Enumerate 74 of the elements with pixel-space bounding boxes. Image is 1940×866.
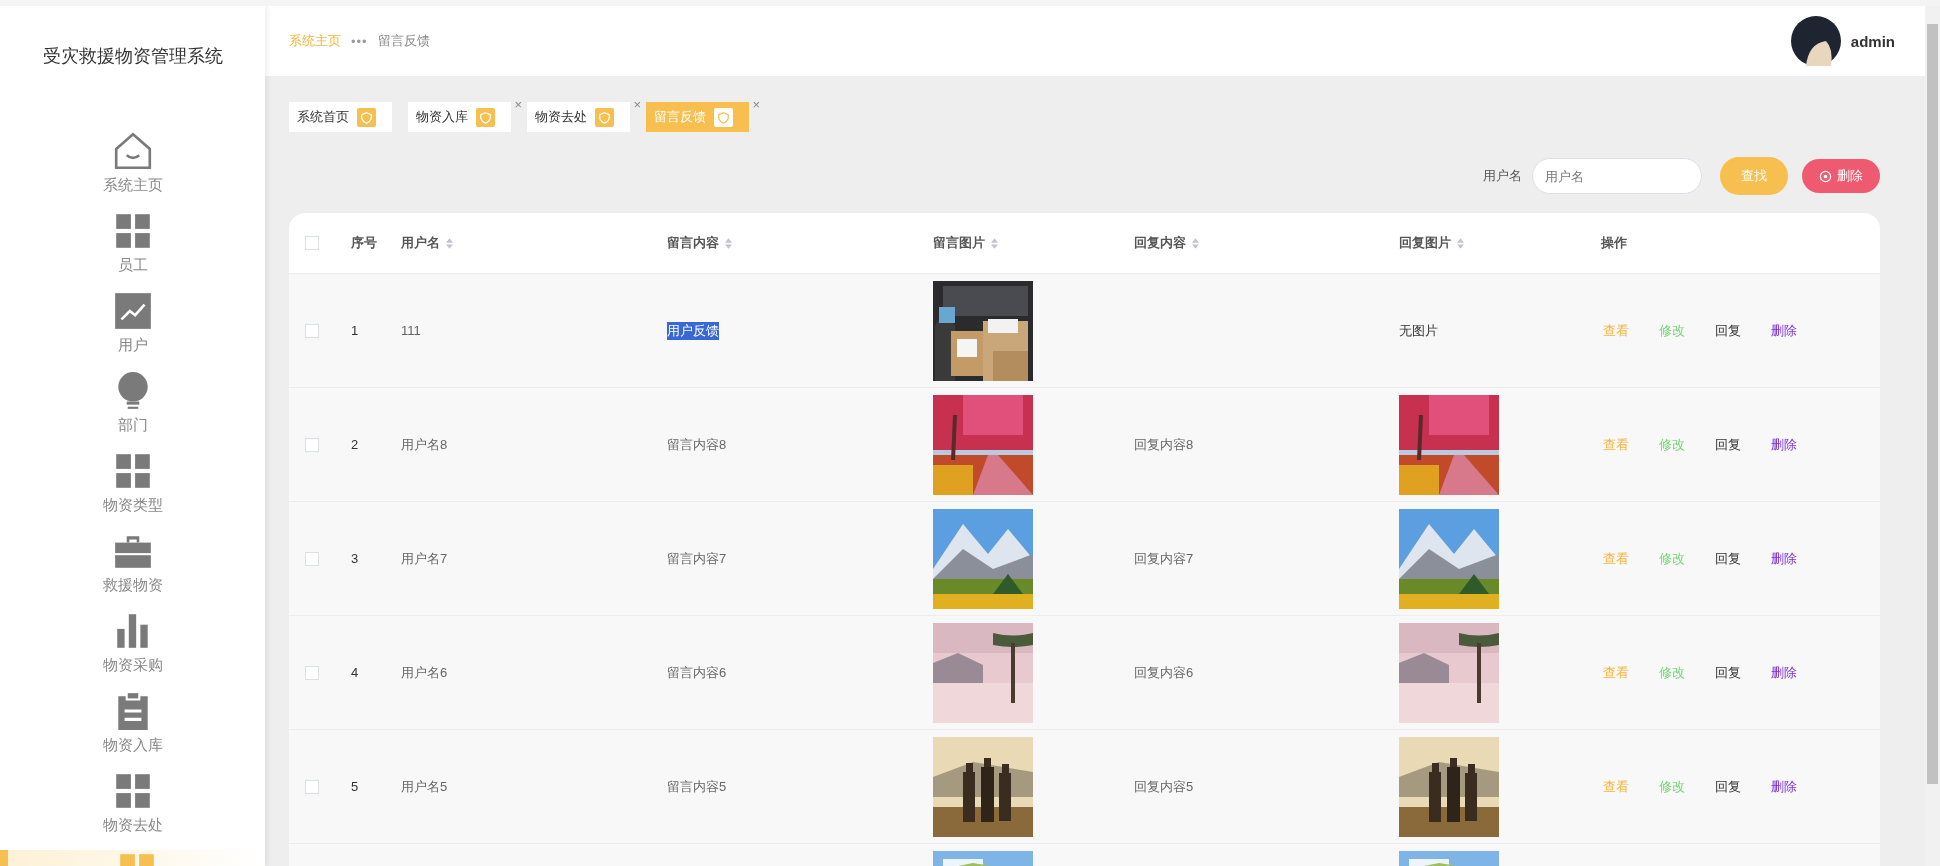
checkbox[interactable] [305,236,319,250]
column-header[interactable]: 回复内容 [1134,234,1186,252]
column-header[interactable]: 留言图片 [933,234,985,252]
search-label: 用户名 [1483,167,1522,185]
sort-icon[interactable] [725,237,732,249]
close-icon[interactable]: × [633,98,641,111]
sort-icon[interactable] [991,237,998,249]
table-cell: 5 [351,779,359,794]
checkbox[interactable] [305,551,319,566]
column-header[interactable]: 回复图片 [1399,234,1451,252]
sort-icon[interactable] [446,237,453,249]
sidebar-item[interactable]: 部门 [0,370,265,450]
sidebar-item[interactable]: 员工 [0,210,265,290]
close-icon[interactable]: × [752,98,760,111]
action-link[interactable]: 回复 [1715,663,1741,682]
action-link[interactable]: 删除 [1771,435,1797,454]
sidebar-item[interactable]: 物资去处 [0,770,265,850]
breadcrumb-item: 留言反馈 [377,32,430,50]
action-link[interactable]: 删除 [1771,321,1797,340]
column-header[interactable]: 操作 [1601,234,1627,252]
breadcrumb-separator: ••• [351,33,368,49]
table-cell: 用户名5 [401,777,448,796]
sidebar-item[interactable]: 物资类型 [0,450,265,530]
table-cell: 留言内容5 [667,777,727,796]
shield-icon [714,107,733,127]
checkbox[interactable] [305,323,319,338]
table-cell: 用户名8 [401,435,448,454]
checkbox[interactable] [305,437,319,452]
table-cell: 无图片 [1399,321,1438,340]
table-cell: 回复内容6 [1134,663,1194,682]
table-cell: 1 [351,323,359,338]
table-cell: 用户名7 [401,549,448,568]
shield-icon [357,107,376,127]
shield-icon [595,107,614,127]
table-cell: 回复内容5 [1134,777,1194,796]
username-search-field[interactable]: 用户名 [1532,158,1702,194]
action-link[interactable]: 删除 [1771,663,1797,682]
checkbox[interactable] [305,779,319,794]
action-link[interactable]: 删除 [1771,777,1797,796]
table-cell: 留言内容8 [667,435,727,454]
sort-icon[interactable] [1192,237,1199,249]
table-cell: 回复内容8 [1134,435,1194,454]
table-cell: 4 [351,665,359,680]
action-link[interactable]: 回复 [1715,549,1741,568]
table-cell: 留言内容6 [667,663,727,682]
table-cell: 留言内容7 [667,549,727,568]
table-cell: 2 [351,437,359,452]
shield-icon [476,107,495,127]
action-link[interactable]: 回复 [1715,777,1741,796]
action-link[interactable]: 回复 [1715,435,1741,454]
sidebar-item[interactable]: 物资采购 [0,610,265,690]
circle-icon [1819,169,1832,183]
sidebar-item[interactable]: 用户 [0,290,265,370]
user-name[interactable]: admin [1850,32,1895,50]
column-header[interactable]: 序号 [351,234,377,252]
avatar[interactable] [1790,16,1841,66]
checkbox[interactable] [305,665,319,680]
sidebar-item[interactable]: 系统主页 [0,130,265,210]
close-icon[interactable]: × [514,98,522,111]
page-tab[interactable]: 系统首页 [289,102,392,132]
sidebar-item[interactable]: 物资入库 [0,690,265,770]
app-title: 受灾救援物资管理系统 [42,45,223,68]
action-link[interactable]: 删除 [1771,549,1797,568]
table-cell: 111 [401,323,421,338]
action-link[interactable]: 回复 [1715,321,1741,340]
table-cell: 用户反馈 [667,321,719,340]
sort-icon[interactable] [1457,237,1464,249]
table-cell: 用户名6 [401,663,448,682]
delete-button[interactable]: 删除 [1802,159,1880,193]
table-cell: 3 [351,551,359,566]
table-cell: 回复内容7 [1134,549,1194,568]
column-header[interactable]: 留言内容 [667,234,719,252]
sidebar-item[interactable]: 救援物资 [0,530,265,610]
column-header[interactable]: 用户名 [401,234,440,252]
